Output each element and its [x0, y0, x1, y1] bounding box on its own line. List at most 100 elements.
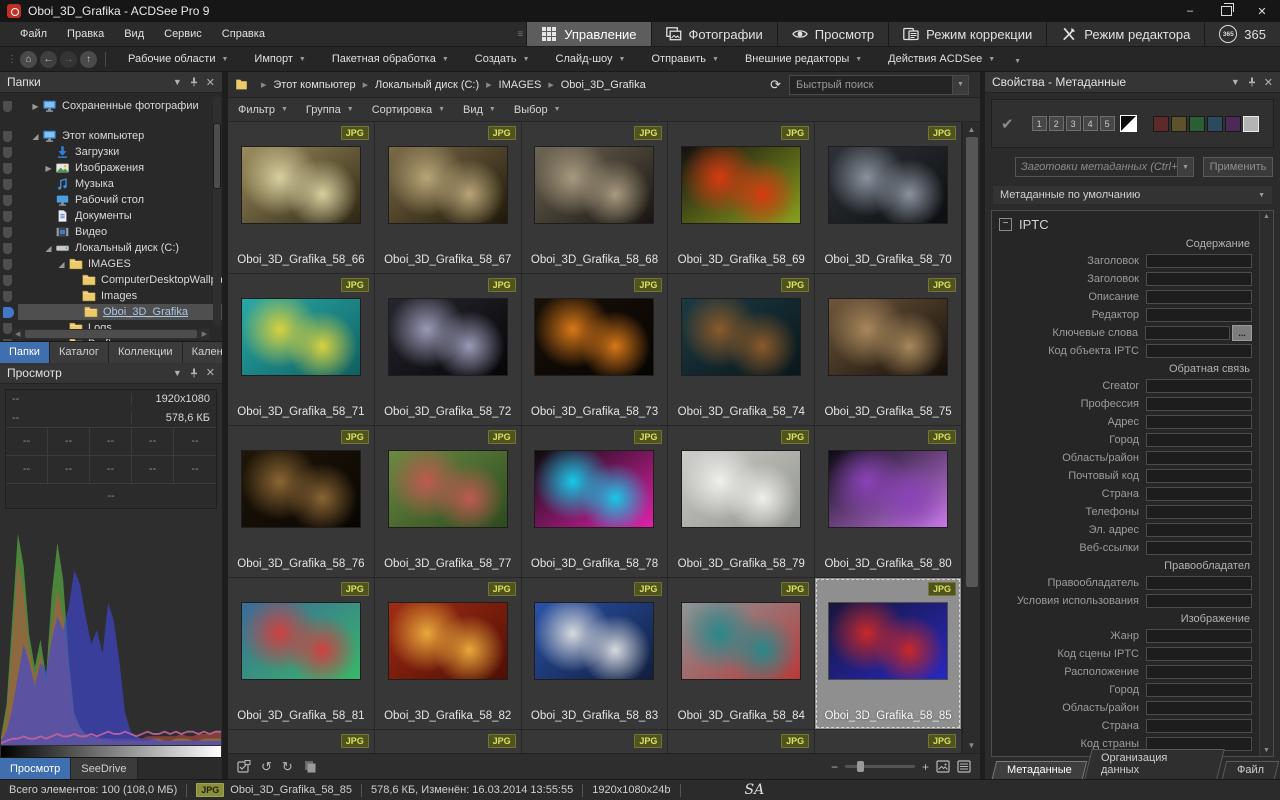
apply-button[interactable]: Применить	[1203, 157, 1273, 177]
breadcrumb-segment[interactable]: Oboi_3D_Grafika	[561, 79, 646, 91]
menu-Справка[interactable]: Справка	[212, 28, 275, 40]
tab-Папки[interactable]: Папки	[0, 342, 50, 363]
thumbnail-Oboi_3D_Grafika_58_77[interactable]: JPGOboi_3D_Grafika_58_77	[375, 426, 522, 578]
menu-Сервис[interactable]: Сервис	[154, 28, 212, 40]
thumbnail-Oboi_3D_Grafika_58_80[interactable]: JPGOboi_3D_Grafika_58_80	[815, 426, 962, 578]
field-input[interactable]	[1146, 541, 1252, 555]
rating-1[interactable]: 1	[1032, 116, 1047, 131]
label-none-icon[interactable]	[1120, 115, 1137, 132]
tree-item-Музыка[interactable]: Музыка	[0, 176, 222, 192]
field-input[interactable]	[1146, 665, 1252, 679]
back-button[interactable]: ←	[40, 51, 57, 68]
rating-2[interactable]: 2	[1049, 116, 1064, 131]
menu-Правка[interactable]: Правка	[57, 28, 114, 40]
filter-Сортировка[interactable]: Сортировка▼	[372, 104, 455, 116]
scroll-down-icon[interactable]: ▼	[968, 738, 976, 753]
expander-icon[interactable]: ◢	[30, 132, 41, 141]
filter-Выбор[interactable]: Выбор▼	[514, 104, 571, 116]
color-label-#5e522a[interactable]	[1171, 116, 1187, 132]
filter-Вид[interactable]: Вид▼	[463, 104, 506, 116]
field-input[interactable]	[1146, 415, 1252, 429]
grid-scrollbar[interactable]: ▲ ▼	[962, 122, 980, 753]
tree-item-IMAGES[interactable]: ◢IMAGES	[0, 256, 222, 272]
expander-icon[interactable]: ◢	[56, 260, 67, 269]
field-input[interactable]	[1146, 594, 1252, 608]
field-input[interactable]	[1146, 451, 1252, 465]
field-input[interactable]	[1146, 308, 1252, 322]
toolbar-dropdown-Отправить[interactable]: Отправить▼	[638, 47, 731, 71]
filter-Группа[interactable]: Группа▼	[306, 104, 364, 116]
tree-scrollbar[interactable]	[213, 97, 221, 325]
thumbnail-Oboi_3D_Grafika_58_83[interactable]: JPGOboi_3D_Grafika_58_83	[522, 578, 669, 730]
close-button[interactable]: ✕	[1244, 0, 1280, 22]
pin-icon[interactable]	[190, 368, 198, 378]
toolbar-dropdown-Рабочие области[interactable]: Рабочие области▼	[115, 47, 241, 71]
field-input[interactable]	[1146, 344, 1252, 358]
field-input[interactable]	[1145, 326, 1230, 340]
ellipsis-button[interactable]: ...	[1232, 325, 1252, 341]
panel-menu-icon[interactable]: ▼	[173, 77, 182, 87]
menu-Файл[interactable]: Файл	[10, 28, 57, 40]
zoom-out-icon[interactable]: −	[831, 760, 838, 774]
color-label-#2a5e33[interactable]	[1189, 116, 1205, 132]
field-input[interactable]	[1146, 505, 1252, 519]
tree-item-Изображения[interactable]: ▶Изображения	[0, 160, 222, 176]
thumbnail-Oboi_3D_Grafika_58_76[interactable]: JPGOboi_3D_Grafika_58_76	[228, 426, 375, 578]
thumbnail-Oboi_3D_Grafika_58_67[interactable]: JPGOboi_3D_Grafika_58_67	[375, 122, 522, 274]
rating-5[interactable]: 5	[1100, 116, 1115, 131]
default-metadata-dropdown[interactable]: Метаданные по умолчанию ▼	[992, 185, 1273, 205]
thumbnail-Oboi_3D_Grafika_58_73[interactable]: JPGOboi_3D_Grafika_58_73	[522, 274, 669, 426]
field-input[interactable]	[1146, 379, 1252, 393]
panel-menu-icon[interactable]: ▼	[1231, 77, 1240, 87]
mode-tab-Просмотр[interactable]: Просмотр	[777, 22, 888, 46]
thumbnail-Oboi_3D_Grafika_58_71[interactable]: JPGOboi_3D_Grafika_58_71	[228, 274, 375, 426]
details-view-icon[interactable]	[957, 760, 971, 773]
thumbnail-Oboi_3D_Grafika_58_79[interactable]: JPGOboi_3D_Grafika_58_79	[668, 426, 815, 578]
breadcrumb-segment[interactable]: IMAGES	[499, 79, 542, 91]
toolbar-dropdown-Импорт[interactable]: Импорт▼	[241, 47, 318, 71]
rotate-left-icon[interactable]: ↺	[261, 759, 272, 775]
field-input[interactable]	[1146, 523, 1252, 537]
metadata-presets-combo[interactable]: Заготовки метаданных (Ctrl+M) ▼	[1015, 157, 1194, 177]
breadcrumb-segment[interactable]: Этот компьютер	[273, 79, 355, 91]
tree-item-Сохраненные фотографии[interactable]: ▶Сохраненные фотографии	[0, 98, 222, 114]
scroll-up-icon[interactable]: ▲	[1263, 213, 1270, 220]
color-label-#4c2a58[interactable]	[1225, 116, 1241, 132]
color-label-#2a4a5e[interactable]	[1207, 116, 1223, 132]
tab-SeeDrive[interactable]: SeeDrive	[71, 758, 137, 779]
mode-tab-Режим редактора[interactable]: Режим редактора	[1046, 22, 1204, 46]
field-input[interactable]	[1146, 719, 1252, 733]
mode-tab-Режим коррекции[interactable]: Режим коррекции	[888, 22, 1046, 46]
thumbnail-partial[interactable]: JPG	[375, 730, 522, 753]
color-label-#b4b4b4[interactable]	[1243, 116, 1259, 132]
field-input[interactable]	[1146, 254, 1252, 268]
toolbar-overflow-icon[interactable]: ▼	[1008, 54, 1027, 65]
tab-Каталог[interactable]: Каталог	[50, 342, 109, 363]
collapse-icon[interactable]: −	[999, 218, 1012, 231]
toolbar-dropdown-Внешние редакторы[interactable]: Внешние редакторы▼	[732, 47, 875, 71]
field-input[interactable]	[1146, 701, 1252, 715]
zoom-in-icon[interactable]: +	[922, 760, 929, 774]
maximize-button[interactable]	[1208, 0, 1244, 22]
thumbnail-Oboi_3D_Grafika_58_82[interactable]: JPGOboi_3D_Grafika_58_82	[375, 578, 522, 730]
export-icon[interactable]	[237, 760, 251, 773]
tree-item-ComputerDesktopWallpapersC[interactable]: ComputerDesktopWallpapersC	[0, 272, 222, 288]
field-input[interactable]	[1146, 272, 1252, 286]
thumbnail-partial[interactable]: JPG	[815, 730, 962, 753]
filter-Фильтр[interactable]: Фильтр▼	[238, 104, 298, 116]
thumbnail-Oboi_3D_Grafika_58_72[interactable]: JPGOboi_3D_Grafika_58_72	[375, 274, 522, 426]
scroll-up-icon[interactable]: ▲	[968, 122, 976, 137]
thumbnail-Oboi_3D_Grafika_58_81[interactable]: JPGOboi_3D_Grafika_58_81	[228, 578, 375, 730]
toolbar-dropdown-Действия ACDSee[interactable]: Действия ACDSee▼	[875, 47, 1008, 71]
field-input[interactable]	[1146, 576, 1252, 590]
iptc-scrollbar[interactable]: ▲ ▼	[1259, 211, 1273, 756]
thumbnail-Oboi_3D_Grafika_58_78[interactable]: JPGOboi_3D_Grafika_58_78	[522, 426, 669, 578]
breadcrumb-segment[interactable]: Локальный диск (C:)	[375, 79, 479, 91]
tree-item-Рабочий стол[interactable]: Рабочий стол	[0, 192, 222, 208]
field-input[interactable]	[1146, 647, 1252, 661]
slider-knob[interactable]	[857, 761, 864, 772]
sync-icon[interactable]: ⟳	[770, 77, 781, 93]
tab-Файл[interactable]: Файл	[1222, 761, 1280, 779]
tree-item-Видео[interactable]: Видео	[0, 224, 222, 240]
field-input[interactable]	[1146, 397, 1252, 411]
